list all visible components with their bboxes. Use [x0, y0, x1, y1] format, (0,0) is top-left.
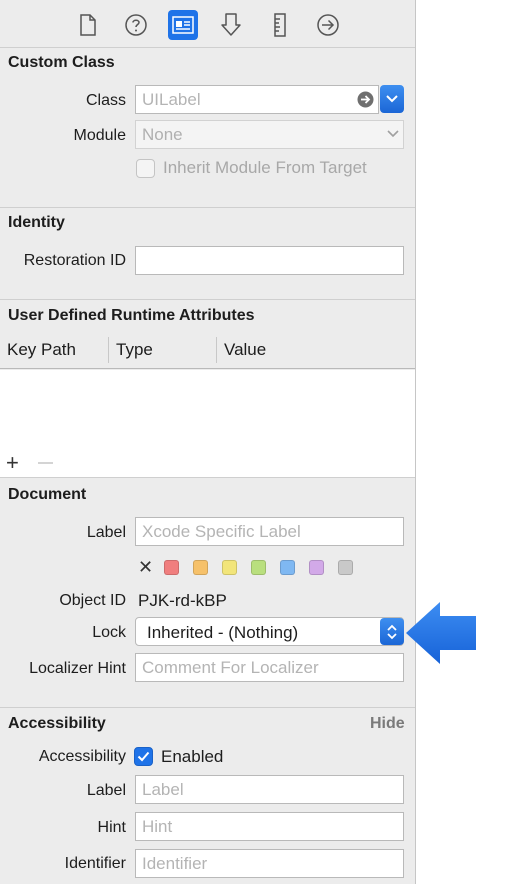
inspector-tab-bar — [0, 0, 415, 48]
inherit-module-checkbox — [136, 159, 155, 178]
accessibility-identifier-field[interactable]: Identifier — [135, 849, 404, 878]
tab-connections-inspector[interactable] — [313, 10, 343, 40]
help-icon — [125, 14, 147, 36]
tab-identity-inspector[interactable] — [168, 10, 198, 40]
chevron-down-icon — [386, 95, 398, 103]
custom-class-header: Custom Class — [8, 54, 115, 71]
column-divider — [108, 337, 109, 363]
document-label-field[interactable]: Xcode Specific Label — [135, 517, 404, 546]
runtime-attributes-header: User Defined Runtime Attributes — [8, 307, 255, 324]
divider — [0, 207, 415, 208]
size-ruler-icon — [274, 13, 286, 37]
go-to-class-arrow-icon[interactable] — [357, 91, 374, 108]
identity-inspector-icon — [172, 16, 194, 34]
class-field[interactable]: UILabel — [135, 85, 379, 114]
accessibility-hint-label: Hint — [97, 819, 126, 836]
identity-header: Identity — [8, 214, 65, 231]
hide-accessibility-button[interactable]: Hide — [370, 715, 405, 733]
column-type[interactable]: Type — [116, 340, 153, 360]
accessibility-label-field[interactable]: Label — [135, 775, 404, 804]
accessibility-identifier-placeholder: Identifier — [142, 854, 208, 873]
lock-popup[interactable]: Inherited - (Nothing) — [135, 617, 404, 646]
class-dropdown-button[interactable] — [380, 85, 404, 113]
lock-value: Inherited - (Nothing) — [147, 623, 299, 642]
color-label-swatch[interactable] — [251, 560, 266, 575]
add-attribute-button[interactable]: + — [6, 450, 19, 476]
color-label-swatch[interactable] — [338, 560, 353, 575]
up-down-chevron-icon — [387, 624, 397, 639]
class-placeholder: UILabel — [142, 90, 201, 109]
localizer-hint-field[interactable]: Comment For Localizer — [135, 653, 404, 682]
accessibility-identifier-label: Identifier — [64, 855, 126, 872]
color-label-swatch[interactable] — [280, 560, 295, 575]
inherit-module-label: Inherit Module From Target — [163, 158, 367, 177]
color-label-swatch[interactable] — [193, 560, 208, 575]
tab-file-inspector[interactable] — [73, 10, 103, 40]
accessibility-hint-field[interactable]: Hint — [135, 812, 404, 841]
attributes-icon — [221, 13, 241, 36]
localizer-hint-placeholder: Comment For Localizer — [142, 658, 319, 677]
color-label-swatch[interactable] — [309, 560, 324, 575]
clear-color-button[interactable]: ✕ — [138, 557, 153, 578]
localizer-hint-label: Localizer Hint — [29, 660, 126, 677]
module-field: None — [135, 120, 404, 149]
lock-label: Lock — [92, 624, 126, 641]
tab-attributes-inspector[interactable] — [216, 10, 246, 40]
accessibility-header: Accessibility — [8, 715, 106, 732]
column-key-path[interactable]: Key Path — [7, 340, 76, 360]
column-divider — [216, 337, 217, 363]
module-label: Module — [73, 127, 126, 144]
restoration-id-field[interactable] — [135, 246, 404, 275]
accessibility-hint-placeholder: Hint — [142, 817, 173, 836]
object-id-value: PJK-rd-kBP — [138, 591, 227, 610]
document-label-placeholder: Xcode Specific Label — [142, 522, 301, 541]
document-header: Document — [8, 486, 87, 503]
lock-popup-stepper[interactable] — [380, 618, 404, 645]
color-label-swatch[interactable] — [222, 560, 237, 575]
restoration-id-label: Restoration ID — [23, 252, 126, 269]
column-value[interactable]: Value — [224, 340, 266, 360]
class-label: Class — [85, 92, 126, 109]
object-id-label: Object ID — [59, 592, 126, 609]
module-chevron-down-icon — [387, 130, 399, 138]
checkmark-icon — [137, 751, 150, 762]
runtime-attributes-table-body[interactable] — [0, 370, 415, 478]
module-placeholder: None — [142, 125, 183, 144]
accessibility-label-placeholder: Label — [142, 780, 184, 799]
accessibility-label-label: Label — [86, 782, 126, 799]
connections-arrow-icon — [317, 14, 339, 36]
callout-arrow-icon — [406, 602, 476, 664]
document-label-label: Label — [86, 524, 126, 541]
tab-quick-help[interactable] — [121, 10, 151, 40]
accessibility-label: Accessibility — [38, 748, 126, 765]
divider — [0, 299, 415, 300]
identity-inspector-panel: Custom Class Class UILabel Module None I… — [0, 0, 416, 884]
accessibility-enabled-checkbox[interactable] — [134, 747, 153, 766]
color-label-swatch[interactable] — [164, 560, 179, 575]
accessibility-enabled-label: Enabled — [161, 747, 224, 766]
remove-attribute-button: — — [38, 454, 53, 471]
tab-size-inspector[interactable] — [265, 10, 295, 40]
file-icon — [80, 14, 96, 36]
divider — [0, 707, 415, 708]
runtime-attributes-table-header: Key Path Type Value — [0, 331, 415, 369]
